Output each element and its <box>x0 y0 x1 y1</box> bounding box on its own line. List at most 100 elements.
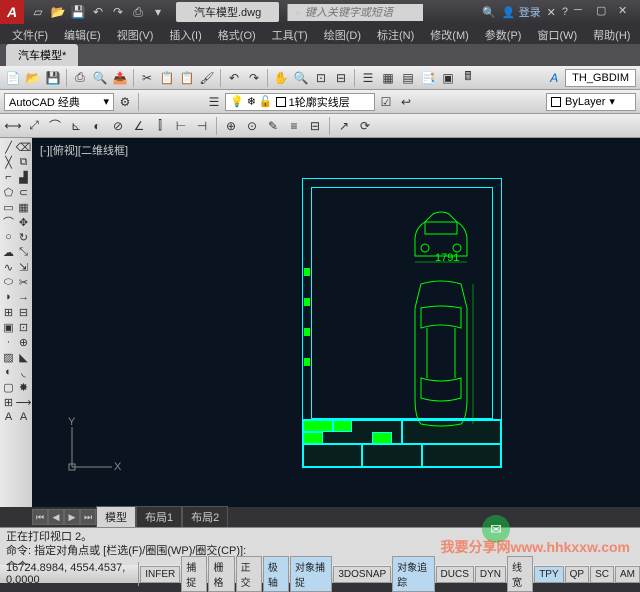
join-icon[interactable]: ⊕ <box>17 335 31 349</box>
status-snap[interactable]: 捕捉 <box>181 556 207 592</box>
sheet-set-icon[interactable]: 📑 <box>419 69 437 87</box>
status-3dosnap[interactable]: 3DOSNAP <box>333 566 391 583</box>
mirror-icon[interactable]: ▟ <box>17 170 31 184</box>
offset-icon[interactable]: ⊂ <box>17 185 31 199</box>
status-lwt[interactable]: 线宽 <box>507 556 533 592</box>
menu-dimension[interactable]: 标注(N) <box>369 24 422 44</box>
zoom-icon[interactable]: 🔍 <box>292 69 310 87</box>
new-icon[interactable]: 📄 <box>4 69 22 87</box>
qat-save-icon[interactable]: 💾 <box>70 4 86 20</box>
dim-style-icon[interactable]: A <box>545 69 563 87</box>
make-block-icon[interactable]: ▣ <box>2 320 16 334</box>
break-point-icon[interactable]: ⊟ <box>17 305 31 319</box>
hatch-icon[interactable]: ▨ <box>2 350 16 364</box>
search-input[interactable] <box>305 7 415 19</box>
help-icon[interactable]: ? <box>562 6 568 18</box>
workspace-dropdown[interactable]: AutoCAD 经典 ▾ <box>4 93 114 111</box>
menu-modify[interactable]: 修改(M) <box>422 24 477 44</box>
table-icon[interactable]: ⊞ <box>2 395 16 409</box>
qat-open-icon[interactable]: 📂 <box>50 4 66 20</box>
calc-icon[interactable]: 🖩 <box>459 69 477 87</box>
pan-icon[interactable]: ✋ <box>272 69 290 87</box>
erase-icon[interactable]: ⌫ <box>17 140 31 154</box>
status-ortho[interactable]: 正交 <box>236 556 262 592</box>
layer-states-icon[interactable]: ☑ <box>377 93 395 111</box>
rotate-icon[interactable]: ↻ <box>17 230 31 244</box>
workspace-gear-icon[interactable]: ⚙ <box>116 93 134 111</box>
ellipse-icon[interactable]: ⬭ <box>2 275 16 289</box>
design-center-icon[interactable]: ▦ <box>379 69 397 87</box>
cut-icon[interactable]: ✂ <box>138 69 156 87</box>
qat-dropdown-icon[interactable]: ▾ <box>150 4 166 20</box>
circle-icon[interactable]: ○ <box>2 230 16 244</box>
tab-next-icon[interactable]: ▶ <box>64 509 80 525</box>
explode-icon[interactable]: ✸ <box>17 380 31 394</box>
search-icon[interactable]: 🔍 <box>482 6 496 19</box>
dim-ordinate-icon[interactable]: ⊾ <box>67 117 85 135</box>
center-mark-icon[interactable]: ⊙ <box>243 117 261 135</box>
menu-draw[interactable]: 绘图(D) <box>316 24 369 44</box>
tab-layout2[interactable]: 布局2 <box>182 506 228 528</box>
dim-update-icon[interactable]: ⟳ <box>356 117 374 135</box>
zoom-prev-icon[interactable]: ⊟ <box>332 69 350 87</box>
dim-diameter-icon[interactable]: ⊘ <box>109 117 127 135</box>
point-icon[interactable]: · <box>2 335 16 349</box>
status-osnap[interactable]: 对象捕捉 <box>290 556 332 592</box>
pline-icon[interactable]: ⌐ <box>2 170 16 184</box>
login-button[interactable]: 👤 登录 <box>502 4 541 20</box>
layer-manager-icon[interactable]: ☰ <box>205 93 223 111</box>
chamfer-icon[interactable]: ◣ <box>17 350 31 364</box>
plot-icon[interactable]: ⎙ <box>71 69 89 87</box>
qat-undo-icon[interactable]: ↶ <box>90 4 106 20</box>
insert-block-icon[interactable]: ⊞ <box>2 305 16 319</box>
close-icon[interactable]: ✕ <box>618 4 634 20</box>
publish-icon[interactable]: 📤 <box>111 69 129 87</box>
open-icon[interactable]: 📂 <box>24 69 42 87</box>
dim-space-icon[interactable]: ≡ <box>285 117 303 135</box>
extend-icon[interactable]: → <box>17 290 31 304</box>
status-dyn[interactable]: DYN <box>475 566 506 583</box>
fillet-icon[interactable]: ◟ <box>17 365 31 379</box>
arc-icon[interactable]: ⌒ <box>2 215 16 229</box>
redo-icon[interactable]: ↷ <box>245 69 263 87</box>
match-icon[interactable]: 🖌 <box>198 69 216 87</box>
dim-quick-icon[interactable]: ⫿ <box>151 117 169 135</box>
menu-view[interactable]: 视图(V) <box>109 24 162 44</box>
layer-dropdown[interactable]: 💡 ❄ 🔓 1轮廓实线层 <box>225 93 375 111</box>
tab-prev-icon[interactable]: ◀ <box>48 509 64 525</box>
dim-break-icon[interactable]: ⊟ <box>306 117 324 135</box>
dim-angular-icon[interactable]: ∠ <box>130 117 148 135</box>
move-icon[interactable]: ✥ <box>17 215 31 229</box>
gradient-icon[interactable]: ◐ <box>2 365 16 379</box>
qat-print-icon[interactable]: ⎙ <box>130 4 146 20</box>
menu-help[interactable]: 帮助(H) <box>585 24 638 44</box>
status-qp[interactable]: QP <box>565 566 589 583</box>
spline-icon[interactable]: ∿ <box>2 260 16 274</box>
menu-window[interactable]: 窗口(W) <box>529 24 585 44</box>
ellipse-arc-icon[interactable]: ◗ <box>2 290 16 304</box>
dim-aligned-icon[interactable]: ⤢ <box>25 117 43 135</box>
save-icon[interactable]: 💾 <box>44 69 62 87</box>
doc-tab[interactable]: 汽车模型* <box>6 44 78 66</box>
menu-edit[interactable]: 编辑(E) <box>56 24 109 44</box>
drawing-canvas[interactable]: [-][俯视][二维线框] XY 1791 <box>32 138 640 507</box>
region-icon[interactable]: ▢ <box>2 380 16 394</box>
tolerance-icon[interactable]: ⊕ <box>222 117 240 135</box>
copy-icon[interactable]: 📋 <box>158 69 176 87</box>
menu-tools[interactable]: 工具(T) <box>264 24 316 44</box>
status-polar[interactable]: 极轴 <box>263 556 289 592</box>
layer-prev-icon[interactable]: ↩ <box>397 93 415 111</box>
status-tpy[interactable]: TPY <box>534 566 563 583</box>
menu-file[interactable]: 文件(F) <box>4 24 56 44</box>
menu-format[interactable]: 格式(O) <box>210 24 264 44</box>
status-sc[interactable]: SC <box>590 566 614 583</box>
markup-icon[interactable]: ▣ <box>439 69 457 87</box>
tab-model[interactable]: 模型 <box>96 506 136 528</box>
copy-tool-icon[interactable]: ⧉ <box>17 155 31 169</box>
dim-continue-icon[interactable]: ⊣ <box>193 117 211 135</box>
title-search-box[interactable]: ▸ <box>287 4 423 21</box>
maximize-icon[interactable]: ▢ <box>596 4 612 20</box>
undo-icon[interactable]: ↶ <box>225 69 243 87</box>
exchange-icon[interactable]: ✕ <box>547 6 556 19</box>
scale-icon[interactable]: ⤡ <box>17 245 31 259</box>
